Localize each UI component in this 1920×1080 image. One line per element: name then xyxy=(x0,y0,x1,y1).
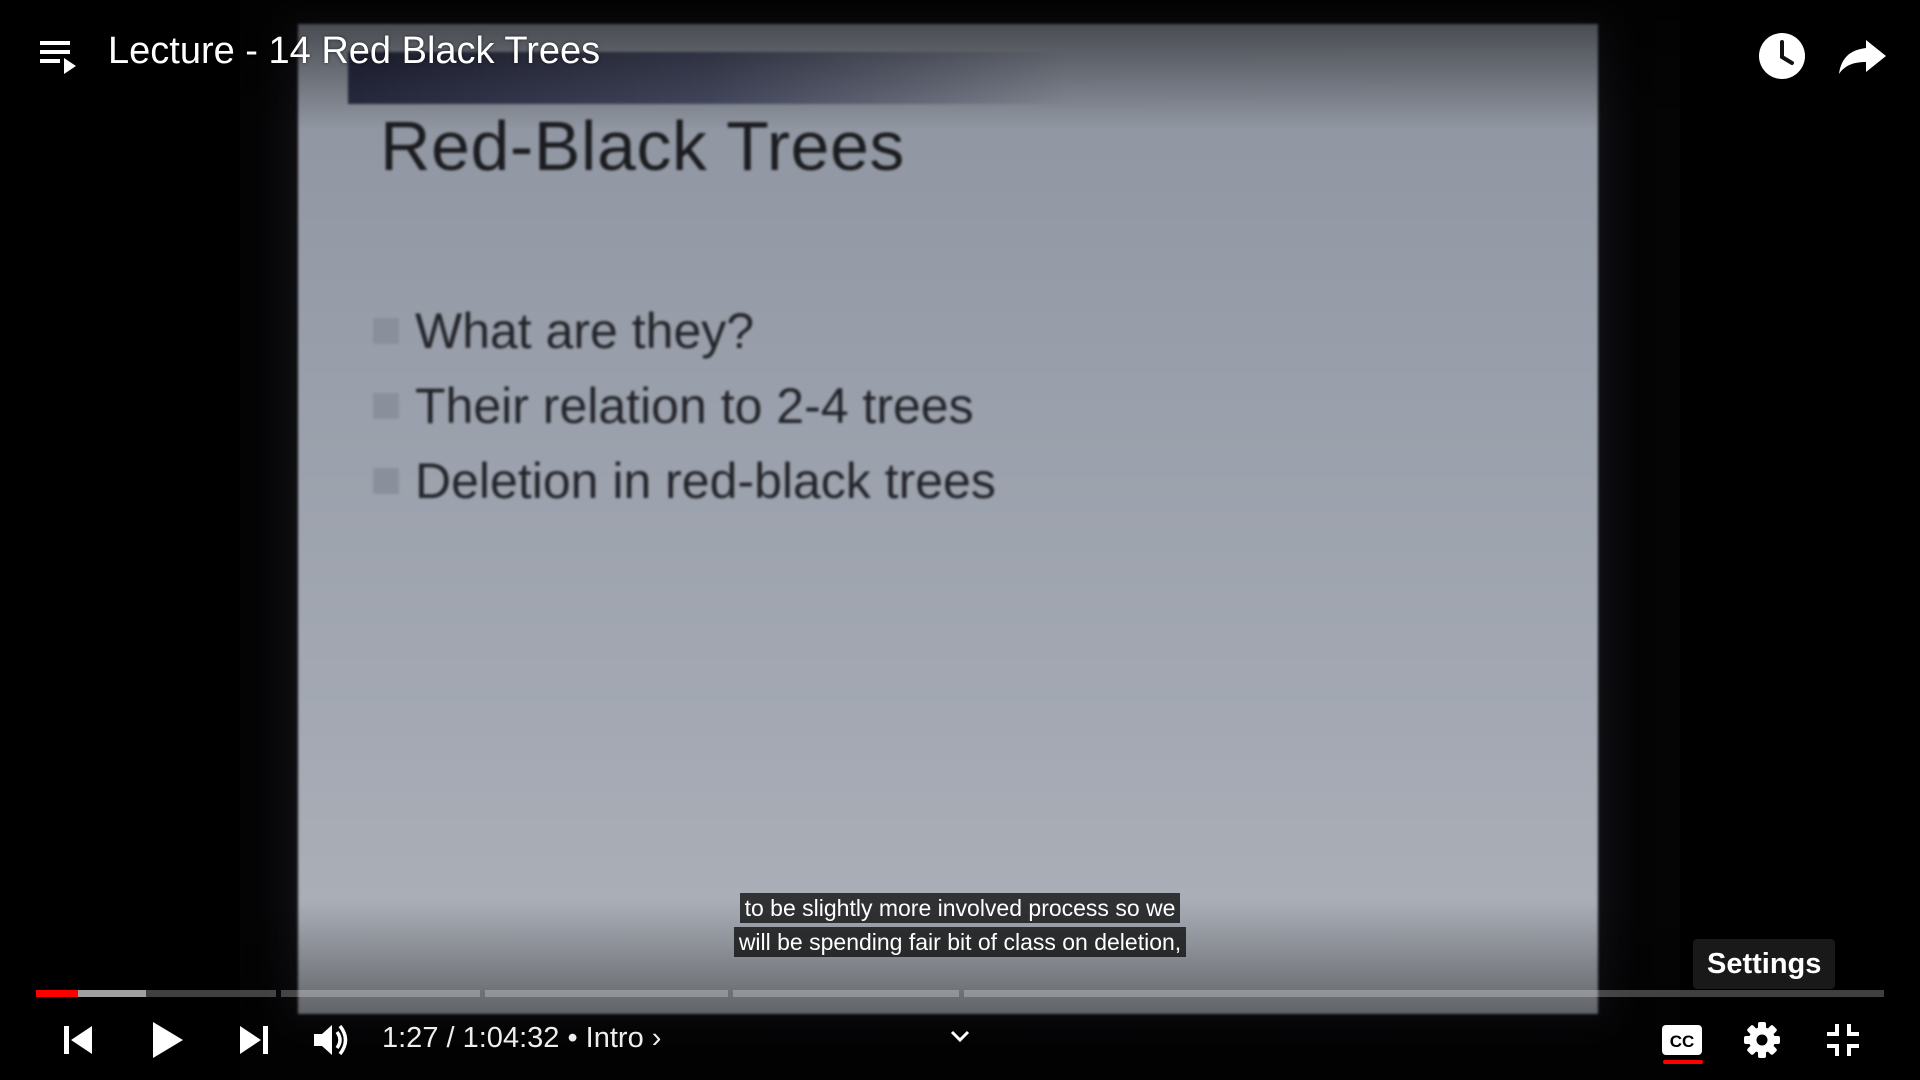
video-title[interactable]: Lecture - 14 Red Black Trees xyxy=(108,30,600,73)
previous-button[interactable] xyxy=(54,1016,102,1064)
caption-line: will be spending fair bit of class on de… xyxy=(733,927,1187,957)
duration: 1:04:32 xyxy=(462,1022,560,1054)
subtitles-button[interactable]: CC xyxy=(1658,1016,1706,1064)
played-bar xyxy=(36,990,78,997)
chapter-segment[interactable] xyxy=(733,990,959,997)
play-icon xyxy=(153,1022,183,1058)
chapter-title-button[interactable]: Intro › xyxy=(586,1022,662,1055)
mute-button[interactable] xyxy=(308,1016,356,1064)
svg-text:CC: CC xyxy=(1670,1032,1695,1051)
slide-bullet: Their relation to 2-4 trees xyxy=(373,369,996,444)
chapter-title: Intro xyxy=(585,1022,644,1054)
captions-active-indicator xyxy=(1663,1060,1703,1064)
chapter-segment[interactable] xyxy=(485,990,728,997)
exit-fullscreen-button[interactable] xyxy=(1819,1016,1867,1064)
clock-icon xyxy=(1759,33,1805,79)
volume-icon xyxy=(314,1024,348,1056)
play-button[interactable] xyxy=(142,1016,190,1064)
time-display: 1:27 / 1:04:32 • Intro › xyxy=(382,1022,661,1055)
caption-window[interactable]: to be slightly more involved process so … xyxy=(0,893,1920,961)
expand-chapters-button[interactable] xyxy=(946,1022,974,1050)
slide-bullet-list: What are they? Their relation to 2-4 tre… xyxy=(373,294,996,519)
share-icon xyxy=(1839,40,1886,74)
slide-bullet: What are they? xyxy=(373,294,996,369)
video-player[interactable]: Red-Black Trees What are they? Their rel… xyxy=(0,0,1920,1080)
cc-icon: CC xyxy=(1662,1025,1702,1055)
exit-fullscreen-icon xyxy=(1827,1024,1859,1056)
next-button[interactable] xyxy=(230,1016,278,1064)
chapter-segment[interactable] xyxy=(281,990,480,997)
caption-line: to be slightly more involved process so … xyxy=(739,893,1181,923)
gear-icon xyxy=(1744,1022,1780,1058)
slide-bullet: Deletion in red-black trees xyxy=(373,444,996,519)
chapter-segment[interactable] xyxy=(964,990,1884,997)
skip-previous-icon xyxy=(64,1026,92,1054)
skip-next-icon xyxy=(240,1026,268,1054)
lecture-slide: Red-Black Trees What are they? Their rel… xyxy=(298,24,1598,1014)
settings-tooltip: Settings xyxy=(1693,939,1836,989)
chapter-separator: • xyxy=(559,1022,586,1054)
progress-bar[interactable] xyxy=(36,990,1884,997)
share-button[interactable] xyxy=(1834,28,1890,84)
chevron-right-icon: › xyxy=(651,1022,662,1054)
chevron-down-icon xyxy=(950,1030,970,1043)
watch-later-button[interactable] xyxy=(1754,28,1810,84)
settings-button[interactable] xyxy=(1738,1016,1786,1064)
playlist-icon[interactable] xyxy=(38,34,82,78)
current-time: 1:27 xyxy=(382,1022,439,1054)
time-separator: / xyxy=(438,1022,463,1054)
chapter-segment[interactable] xyxy=(36,990,276,997)
